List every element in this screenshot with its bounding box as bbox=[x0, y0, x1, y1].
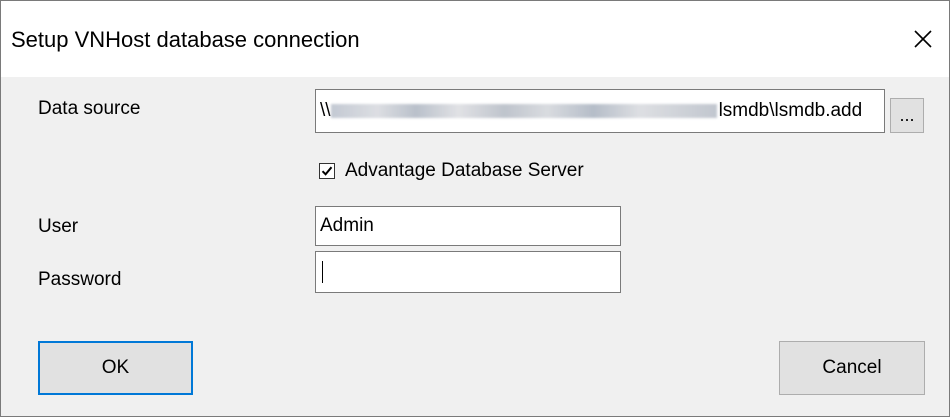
close-icon bbox=[914, 30, 932, 48]
setup-dialog: Setup VNHost database connection Data so… bbox=[0, 0, 950, 417]
title-bar: Setup VNHost database connection bbox=[1, 1, 949, 77]
data-source-input[interactable]: \\ lsmdb\lsmdb.add bbox=[315, 89, 885, 133]
data-source-value: lsmdb\lsmdb.add bbox=[718, 100, 863, 121]
checkmark-icon bbox=[321, 166, 333, 176]
ok-button[interactable]: OK bbox=[38, 341, 193, 395]
password-label: Password bbox=[38, 269, 122, 290]
cancel-button[interactable]: Cancel bbox=[779, 341, 925, 395]
window-title: Setup VNHost database connection bbox=[11, 27, 360, 52]
user-input[interactable]: Admin bbox=[315, 206, 621, 246]
close-button[interactable] bbox=[903, 19, 943, 59]
password-input[interactable] bbox=[315, 251, 621, 293]
user-value: Admin bbox=[320, 215, 374, 236]
user-label: User bbox=[38, 216, 79, 237]
data-source-prefix: \\ bbox=[320, 100, 331, 121]
browse-button[interactable]: ... bbox=[890, 98, 924, 133]
text-caret bbox=[322, 261, 323, 283]
ads-checkbox[interactable] bbox=[319, 163, 335, 179]
data-source-label: Data source bbox=[38, 98, 141, 119]
ads-checkbox-label: Advantage Database Server bbox=[345, 160, 584, 181]
data-source-redacted-path bbox=[330, 104, 717, 118]
